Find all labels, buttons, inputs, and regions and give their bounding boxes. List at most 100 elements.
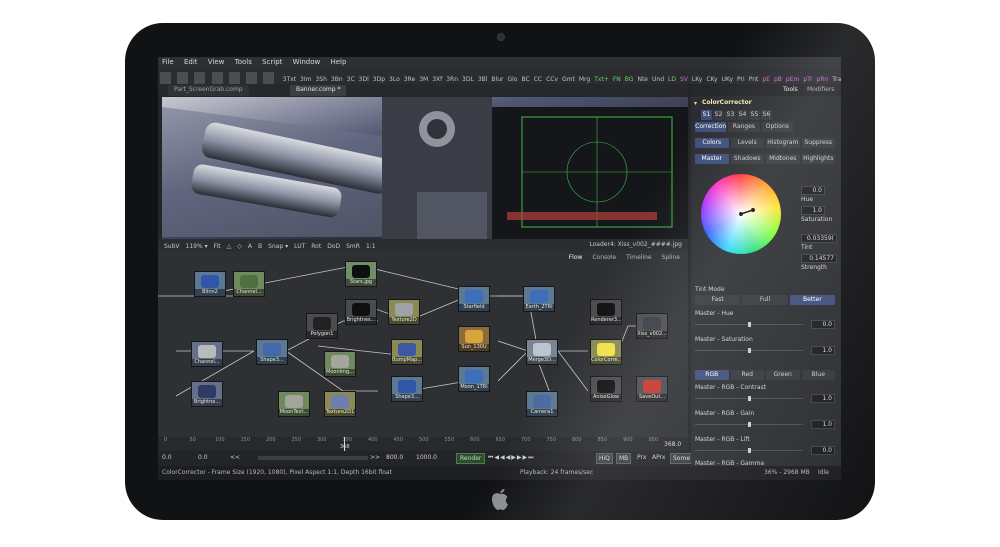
- tint-mode-fast[interactable]: Fast: [695, 295, 741, 305]
- tint-mode-better[interactable]: Better: [789, 295, 835, 305]
- menu-script[interactable]: Script: [258, 57, 286, 67]
- timeline-tick: 750: [546, 437, 557, 443]
- mode-tab-histogram[interactable]: Histogram: [766, 138, 800, 148]
- flow-node[interactable]: Xiss_v002...: [636, 313, 668, 339]
- hue-value[interactable]: 0.0: [801, 186, 825, 195]
- flow-node[interactable]: Merge3D...: [526, 339, 558, 365]
- timeline-ruler[interactable]: 0 50 100 150 200 250 300 350 400 450 500 550 600 650 7…: [158, 437, 688, 451]
- version-s6[interactable]: S6: [761, 110, 772, 120]
- flow-node[interactable]: Channel...: [191, 341, 223, 367]
- slider-value[interactable]: 0.0: [811, 446, 835, 455]
- flow-node[interactable]: Sun_130U: [458, 326, 490, 352]
- slider-knob[interactable]: [748, 448, 751, 453]
- rgb-sliders: Master - RGB - Contrast 1.0 Master - RGB -…: [691, 382, 841, 462]
- tint-value[interactable]: 0.03359(: [801, 234, 837, 243]
- mode-tab-colors[interactable]: Colors: [695, 138, 729, 148]
- menu-window[interactable]: Window: [289, 57, 325, 67]
- mb-button[interactable]: MB: [616, 453, 632, 464]
- flow-node[interactable]: Brightnes...: [345, 299, 377, 325]
- slider-value[interactable]: 1.0: [811, 346, 835, 355]
- flow-node[interactable]: AnisoGlow: [590, 376, 622, 402]
- tab-part-screengrab[interactable]: Part_ScreenGrab.comp: [168, 85, 249, 96]
- node-label: Brightnes...: [346, 317, 376, 324]
- flow-node[interactable]: Shape3...: [256, 339, 288, 365]
- version-s2[interactable]: S2: [713, 110, 724, 120]
- slider-knob[interactable]: [748, 322, 751, 327]
- range-tab-midtones[interactable]: Midtones: [766, 154, 800, 164]
- flow-node[interactable]: Texture2D: [388, 299, 420, 325]
- step-forward-icon[interactable]: >>: [370, 454, 380, 461]
- some-button[interactable]: Some: [670, 453, 694, 464]
- range-tab-highlights[interactable]: Highlights: [801, 154, 835, 164]
- global-end[interactable]: 1000.0: [416, 454, 437, 461]
- playback-rate: Playback: 24 frames/sec: [520, 469, 594, 476]
- menu-tools[interactable]: Tools: [231, 57, 256, 67]
- tab-tools[interactable]: Tools: [783, 86, 798, 93]
- subtab-ranges[interactable]: Ranges: [728, 122, 760, 132]
- timeline-tick: 250: [291, 437, 302, 443]
- render-button[interactable]: Render: [456, 453, 486, 464]
- flow-node[interactable]: ColorCorre...: [590, 339, 622, 365]
- flow-node[interactable]: Polygon1: [306, 313, 338, 339]
- flow-node[interactable]: SaveOut...: [636, 376, 668, 402]
- flow-node[interactable]: Shape3...: [391, 376, 423, 402]
- flow-node[interactable]: Texture2D1: [324, 391, 356, 417]
- mode-tab-levels[interactable]: Levels: [730, 138, 764, 148]
- version-s3[interactable]: S3: [725, 110, 736, 120]
- flow-node[interactable]: Stars.jpg: [345, 261, 377, 287]
- flow-node[interactable]: Camera1: [526, 391, 558, 417]
- hiq-button[interactable]: HiQ: [596, 453, 613, 464]
- subtab-options[interactable]: Options: [761, 122, 793, 132]
- tab-banner[interactable]: Banner.comp *: [290, 85, 347, 96]
- flow-node[interactable]: Moon_1TRI: [458, 366, 490, 392]
- render-start[interactable]: 0.0: [198, 454, 208, 461]
- render-end[interactable]: 800.0: [386, 454, 403, 461]
- slider-value[interactable]: 0.0: [811, 320, 835, 329]
- flow-node[interactable]: MoonText...: [278, 391, 310, 417]
- channel-tab-green[interactable]: Green: [766, 370, 800, 380]
- tint-mode-full[interactable]: Full: [742, 295, 788, 305]
- flow-node[interactable]: Earth_2TRI: [523, 286, 555, 312]
- flow-node[interactable]: Starfield: [458, 286, 490, 312]
- channel-tab-rgb[interactable]: RGB: [695, 370, 729, 380]
- expand-icon[interactable]: ▾: [694, 100, 697, 107]
- timeline-tick: 500: [419, 437, 429, 443]
- global-start[interactable]: 0.0: [162, 454, 172, 461]
- timeline-tick: 450: [393, 437, 404, 443]
- range-tab-shadows[interactable]: Shadows: [730, 154, 764, 164]
- playback-controls-icon[interactable]: ⏮◀◀◀▶▶▶⏭: [488, 454, 535, 462]
- flow-node[interactable]: Channel...: [233, 271, 265, 297]
- version-s5[interactable]: S5: [749, 110, 760, 120]
- menu-file[interactable]: File: [158, 57, 178, 67]
- flow-editor[interactable]: Flow Console Timeline Spline Blinn2 Chan…: [158, 251, 688, 437]
- version-s4[interactable]: S4: [737, 110, 748, 120]
- mode-tab-suppress[interactable]: Suppress: [801, 138, 835, 148]
- menu-help[interactable]: Help: [326, 57, 350, 67]
- menu-view[interactable]: View: [204, 57, 229, 67]
- version-s1[interactable]: S1: [701, 110, 712, 120]
- slider-knob[interactable]: [748, 422, 751, 427]
- aprx-toggle[interactable]: APrx: [652, 454, 665, 461]
- strength-value[interactable]: 0.14577: [801, 254, 837, 263]
- flow-node[interactable]: Brightne...: [191, 381, 223, 407]
- slider-value[interactable]: 1.0: [811, 394, 835, 403]
- saturation-value[interactable]: 1.0: [801, 206, 825, 215]
- range-slider[interactable]: [258, 456, 368, 460]
- prx-toggle[interactable]: Prx: [637, 454, 646, 461]
- slider-knob[interactable]: [748, 348, 751, 353]
- slider-value[interactable]: 1.0: [811, 420, 835, 429]
- menu-edit[interactable]: Edit: [180, 57, 202, 67]
- flow-node[interactable]: Blinn2: [194, 271, 226, 297]
- flow-node[interactable]: BumpMap...: [391, 339, 423, 365]
- channel-tab-red[interactable]: Red: [730, 370, 764, 380]
- tab-modifiers[interactable]: Modifiers: [807, 86, 834, 93]
- channel-tab-blue[interactable]: Blue: [801, 370, 835, 380]
- image-viewer[interactable]: [162, 97, 688, 239]
- slider-knob[interactable]: [748, 396, 751, 401]
- flow-node[interactable]: MoonImg...: [324, 351, 356, 377]
- step-back-icon[interactable]: <<: [230, 454, 240, 461]
- subtab-correction[interactable]: Correction: [695, 122, 727, 132]
- timeline-tick: 150: [240, 437, 251, 443]
- range-tab-master[interactable]: Master: [695, 154, 729, 164]
- flow-node[interactable]: Renderer3...: [590, 299, 622, 325]
